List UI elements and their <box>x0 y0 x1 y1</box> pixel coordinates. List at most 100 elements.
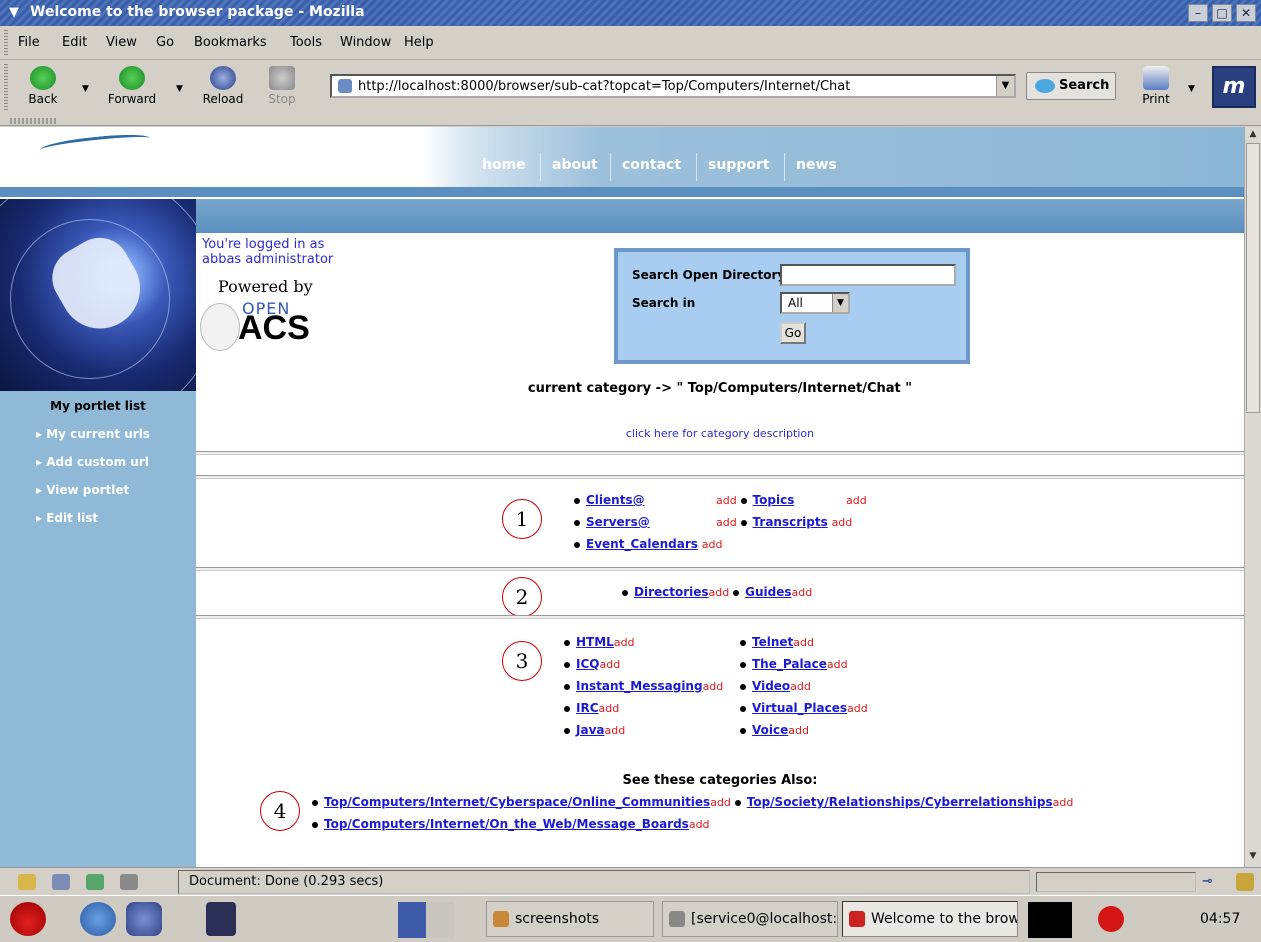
category-link[interactable]: Guides <box>745 585 791 599</box>
maximize-icon[interactable]: □ <box>1212 4 1232 22</box>
category-link[interactable]: Topics <box>753 493 795 507</box>
menu-view[interactable]: View <box>106 35 137 50</box>
online-status-icon[interactable]: ⊸ <box>1202 874 1230 890</box>
mozilla-logo-icon: m <box>1212 66 1256 108</box>
minimize-icon[interactable]: – <box>1188 4 1208 22</box>
stop-button[interactable]: Stop <box>262 64 302 112</box>
reload-button[interactable]: Reload <box>196 64 250 112</box>
nav-support[interactable]: support <box>708 157 770 173</box>
email-launcher-icon[interactable] <box>126 902 162 936</box>
add-link[interactable]: add <box>791 586 812 599</box>
toolbar-grip[interactable] <box>4 64 8 112</box>
nav-home[interactable]: home <box>482 157 526 173</box>
add-link[interactable]: add <box>716 516 737 529</box>
category-link[interactable]: Transcripts <box>753 515 828 529</box>
add-link[interactable]: add <box>847 702 868 715</box>
add-link[interactable]: add <box>604 724 625 737</box>
category-link[interactable]: Virtual_Places <box>752 701 847 715</box>
scroll-up-icon[interactable]: ▲ <box>1247 129 1259 143</box>
category-link[interactable]: Event_Calendars <box>586 537 698 551</box>
add-link[interactable]: add <box>689 818 710 831</box>
add-link[interactable]: add <box>1053 796 1074 809</box>
scroll-down-icon[interactable]: ▼ <box>1247 851 1259 865</box>
category-link[interactable]: Java <box>576 723 604 737</box>
add-link[interactable]: add <box>788 724 809 737</box>
url-input[interactable]: http://localhost:8000/browser/sub-cat?to… <box>330 74 1016 98</box>
category-link[interactable]: Servers@ <box>586 515 650 529</box>
window-menu-icon[interactable]: ▼ <box>6 5 22 21</box>
add-link[interactable]: add <box>599 658 620 671</box>
add-link[interactable]: add <box>846 493 867 507</box>
task-terminal[interactable]: [service0@localhost:/ <box>662 901 838 937</box>
menu-file[interactable]: File <box>18 35 40 50</box>
category-link[interactable]: ICQ <box>576 657 599 671</box>
nav-contact[interactable]: contact <box>622 157 681 173</box>
search-button[interactable]: Search <box>1026 72 1116 100</box>
add-link[interactable]: add <box>832 516 853 529</box>
navigator-icon[interactable] <box>18 874 36 890</box>
add-link[interactable]: add <box>790 680 811 693</box>
workspace-switcher[interactable] <box>398 902 454 938</box>
menu-edit[interactable]: Edit <box>62 35 87 50</box>
print-dropdown-icon[interactable]: ▼ <box>1188 84 1195 94</box>
close-icon[interactable]: ✕ <box>1236 4 1256 22</box>
add-link[interactable]: add <box>709 586 730 599</box>
search-in-select[interactable]: All ▼ <box>780 292 850 314</box>
scroll-thumb[interactable] <box>1246 143 1260 413</box>
sidebar-item-add-custom-url[interactable]: ▸ Add custom url <box>36 455 149 469</box>
alert-icon[interactable] <box>1098 906 1124 932</box>
category-link[interactable]: Instant_Messaging <box>576 679 703 693</box>
sidebar-item-view-portlet[interactable]: ▸ View portlet <box>36 483 129 497</box>
back-dropdown-icon[interactable]: ▼ <box>82 84 89 94</box>
add-link[interactable]: add <box>710 796 731 809</box>
task-mozilla[interactable]: Welcome to the brows <box>842 901 1018 937</box>
category-link[interactable]: The_Palace <box>752 657 827 671</box>
add-link[interactable]: add <box>599 702 620 715</box>
category-link[interactable]: Telnet <box>752 635 793 649</box>
category-description-link[interactable]: click here for category description <box>196 427 1244 440</box>
category-link[interactable]: Top/Society/Relationships/Cyberrelations… <box>747 795 1053 809</box>
vertical-scrollbar[interactable]: ▲ ▼ <box>1244 127 1261 867</box>
add-link[interactable]: add <box>614 636 635 649</box>
category-link[interactable]: Top/Computers/Internet/On_the_Web/Messag… <box>324 817 689 831</box>
sidebar-item-edit-list[interactable]: ▸ Edit list <box>36 511 98 525</box>
print-button[interactable]: Print <box>1136 64 1176 112</box>
category-link[interactable]: HTML <box>576 635 614 649</box>
add-link[interactable]: add <box>703 680 724 693</box>
menu-bookmarks[interactable]: Bookmarks <box>194 35 267 50</box>
category-link[interactable]: Voice <box>752 723 788 737</box>
redhat-menu-icon[interactable] <box>10 902 46 936</box>
task-screenshots[interactable]: screenshots <box>486 901 654 937</box>
security-lock-icon[interactable] <box>1236 873 1254 891</box>
address-book-icon[interactable] <box>120 874 138 890</box>
directory-search-input[interactable] <box>780 264 956 286</box>
category-link[interactable]: Directories <box>634 585 709 599</box>
menubar-grip[interactable] <box>4 30 8 56</box>
add-link[interactable]: add <box>827 658 848 671</box>
nav-about[interactable]: about <box>552 157 598 173</box>
browser-launcher-icon[interactable] <box>80 902 116 936</box>
sidebar-item-current-urls[interactable]: ▸ My current urls <box>36 427 150 441</box>
menu-window[interactable]: Window <box>340 35 391 50</box>
tab-grip[interactable] <box>10 118 58 124</box>
menu-help[interactable]: Help <box>404 35 434 50</box>
forward-dropdown-icon[interactable]: ▼ <box>176 84 183 94</box>
url-dropdown-icon[interactable]: ▼ <box>996 76 1014 96</box>
menu-tools[interactable]: Tools <box>290 35 322 50</box>
go-button[interactable]: Go <box>780 322 806 344</box>
forward-button[interactable]: Forward <box>102 64 162 112</box>
window-title-bar[interactable]: ▼ Welcome to the browser package - Mozil… <box>0 0 1261 26</box>
back-button[interactable]: Back <box>18 64 68 112</box>
mail-icon[interactable] <box>52 874 70 890</box>
nav-news[interactable]: news <box>796 157 837 173</box>
category-link[interactable]: Top/Computers/Internet/Cyberspace/Online… <box>324 795 710 809</box>
terminal-launcher-icon[interactable] <box>206 902 236 936</box>
add-link[interactable]: add <box>793 636 814 649</box>
category-link[interactable]: Video <box>752 679 790 693</box>
add-link[interactable]: add <box>716 494 737 507</box>
menu-go[interactable]: Go <box>156 35 174 50</box>
category-link[interactable]: IRC <box>576 701 599 715</box>
category-link[interactable]: Clients@ <box>586 493 645 507</box>
add-link[interactable]: add <box>702 538 723 551</box>
composer-icon[interactable] <box>86 874 104 890</box>
